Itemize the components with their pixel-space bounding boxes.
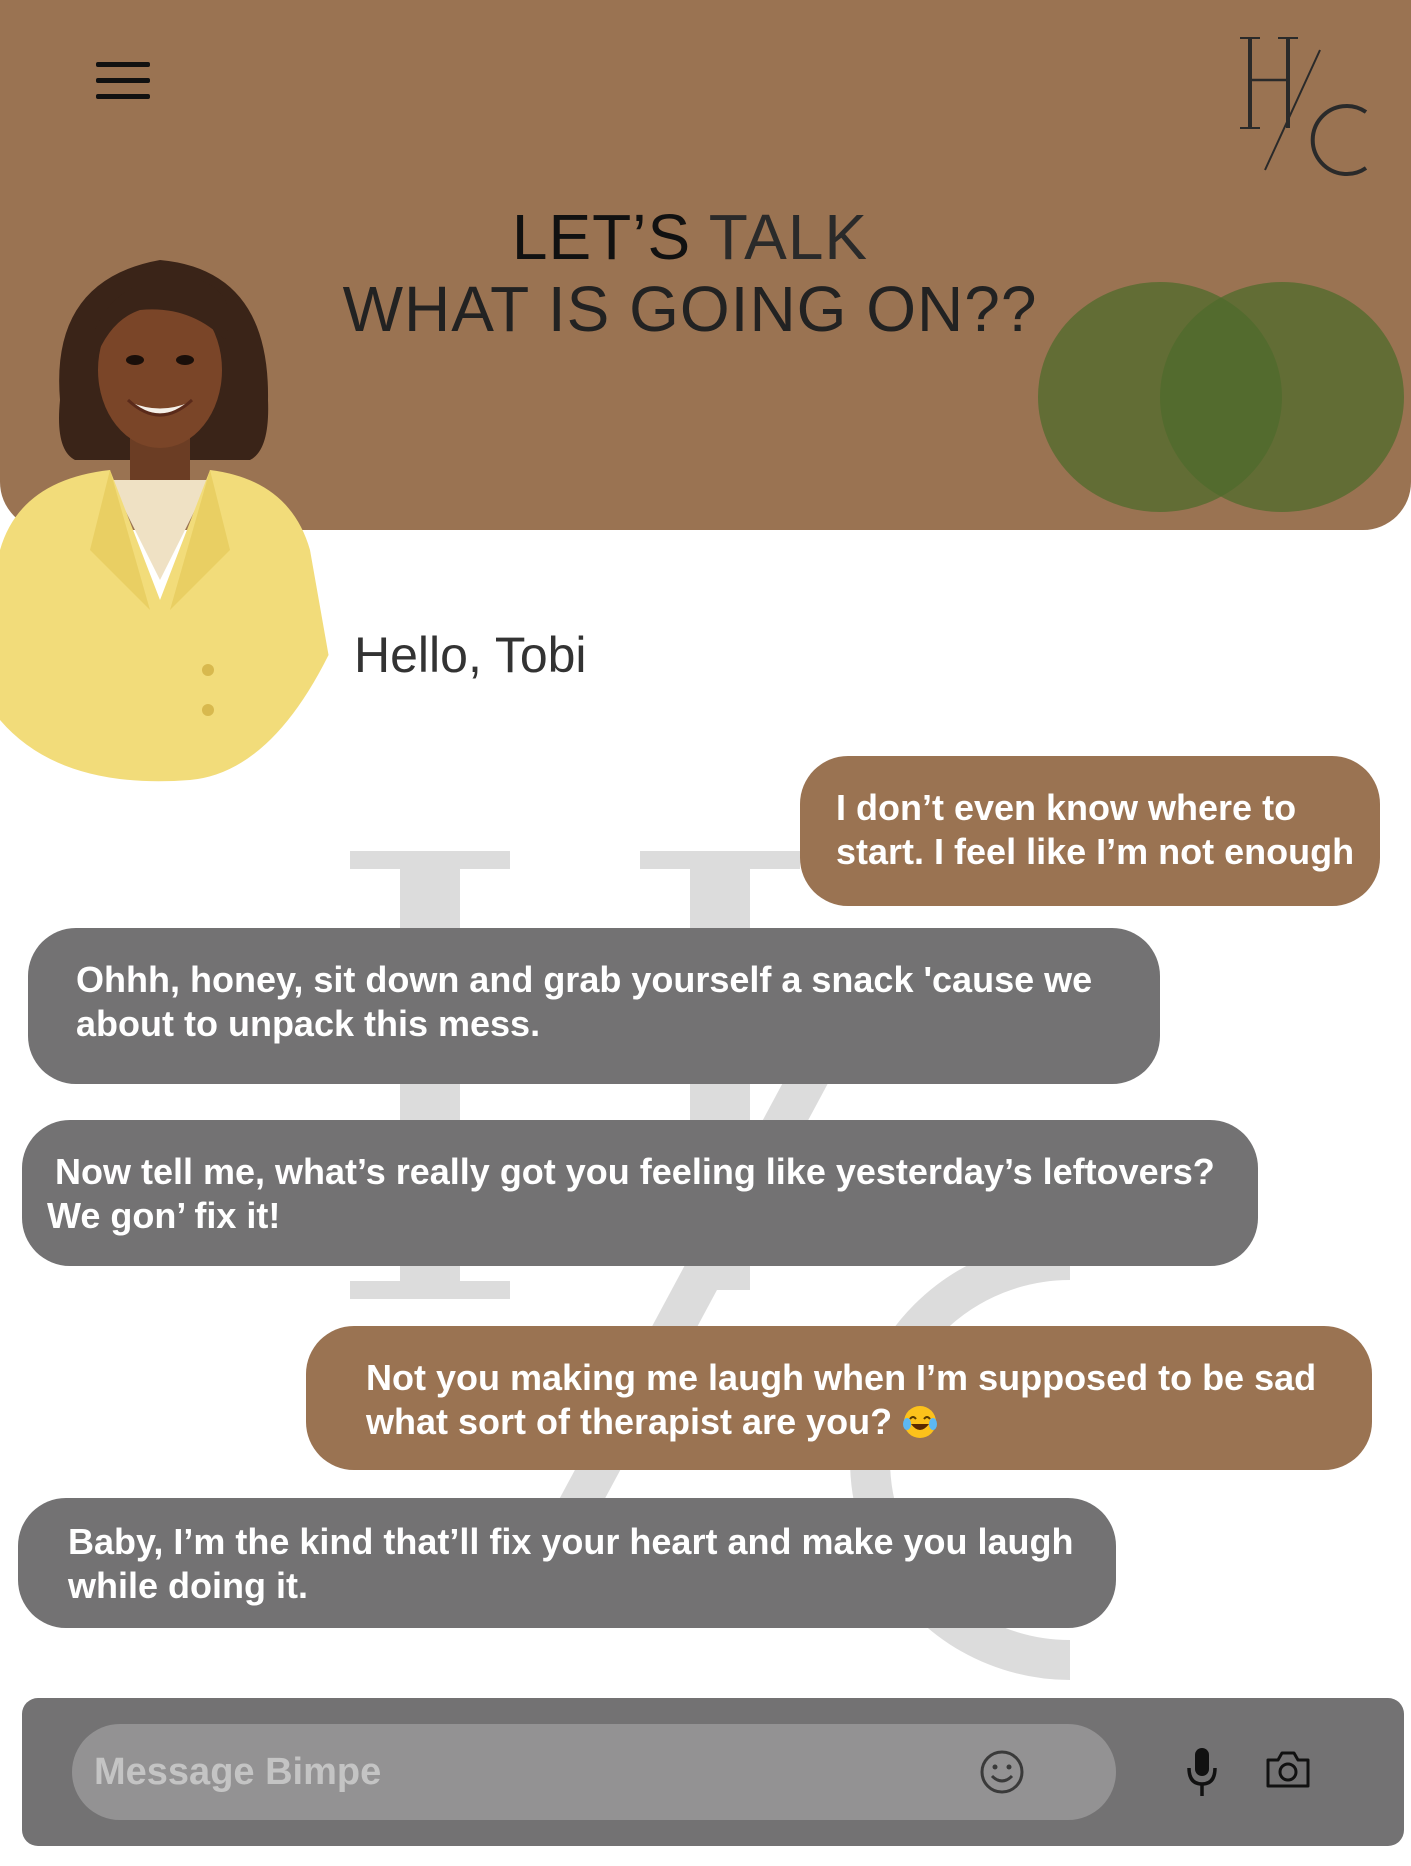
message-line-with-emoji: what sort of therapist are you?	[366, 1400, 1352, 1444]
chat-bubble-user: I don’t even know where to start. I feel…	[800, 756, 1380, 906]
camera-icon[interactable]	[1264, 1748, 1312, 1790]
title-bold: LET’S	[511, 201, 692, 273]
message-line: about to unpack this mess.	[76, 1003, 541, 1044]
message-line: start. I feel like I’m not enough	[836, 831, 1355, 872]
decorative-circles	[1038, 282, 1404, 512]
chat-bubble-bot: Now tell me, what’s really got you feeli…	[22, 1120, 1258, 1266]
chat-bubble-user: Not you making me laugh when I’m suppose…	[306, 1326, 1372, 1470]
chat-bubble-bot: Ohhh, honey, sit down and grab yourself …	[28, 928, 1160, 1084]
logo-icon	[1240, 37, 1368, 176]
message-line: Ohhh, honey, sit down and grab yourself …	[76, 959, 1093, 1000]
chat-bubble-bot: Baby, I’m the kind that’ll fix your hear…	[18, 1498, 1116, 1628]
greeting-text: Hello, Tobi	[354, 627, 587, 683]
message-line: We gon’ fix it!	[47, 1195, 281, 1236]
therapist-avatar	[0, 260, 340, 782]
message-composer	[22, 1698, 1404, 1846]
message-line: while doing it.	[68, 1565, 308, 1606]
smiley-icon[interactable]	[978, 1748, 1026, 1796]
message-text: what sort of therapist are you?	[366, 1401, 903, 1442]
message-line: Baby, I’m the kind that’ll fix your hear…	[68, 1521, 1074, 1562]
microphone-icon[interactable]	[1182, 1746, 1222, 1800]
message-line: I don’t even know where to	[836, 787, 1297, 828]
message-line: Now tell me, what’s really got you feeli…	[55, 1151, 1215, 1192]
message-line: Not you making me laugh when I’m suppose…	[366, 1357, 1317, 1398]
title-light: TALK	[691, 201, 869, 273]
hamburger-menu-icon[interactable]	[96, 60, 152, 104]
face-with-tears-of-joy-icon	[903, 1406, 938, 1438]
message-input[interactable]	[72, 1724, 1116, 1820]
